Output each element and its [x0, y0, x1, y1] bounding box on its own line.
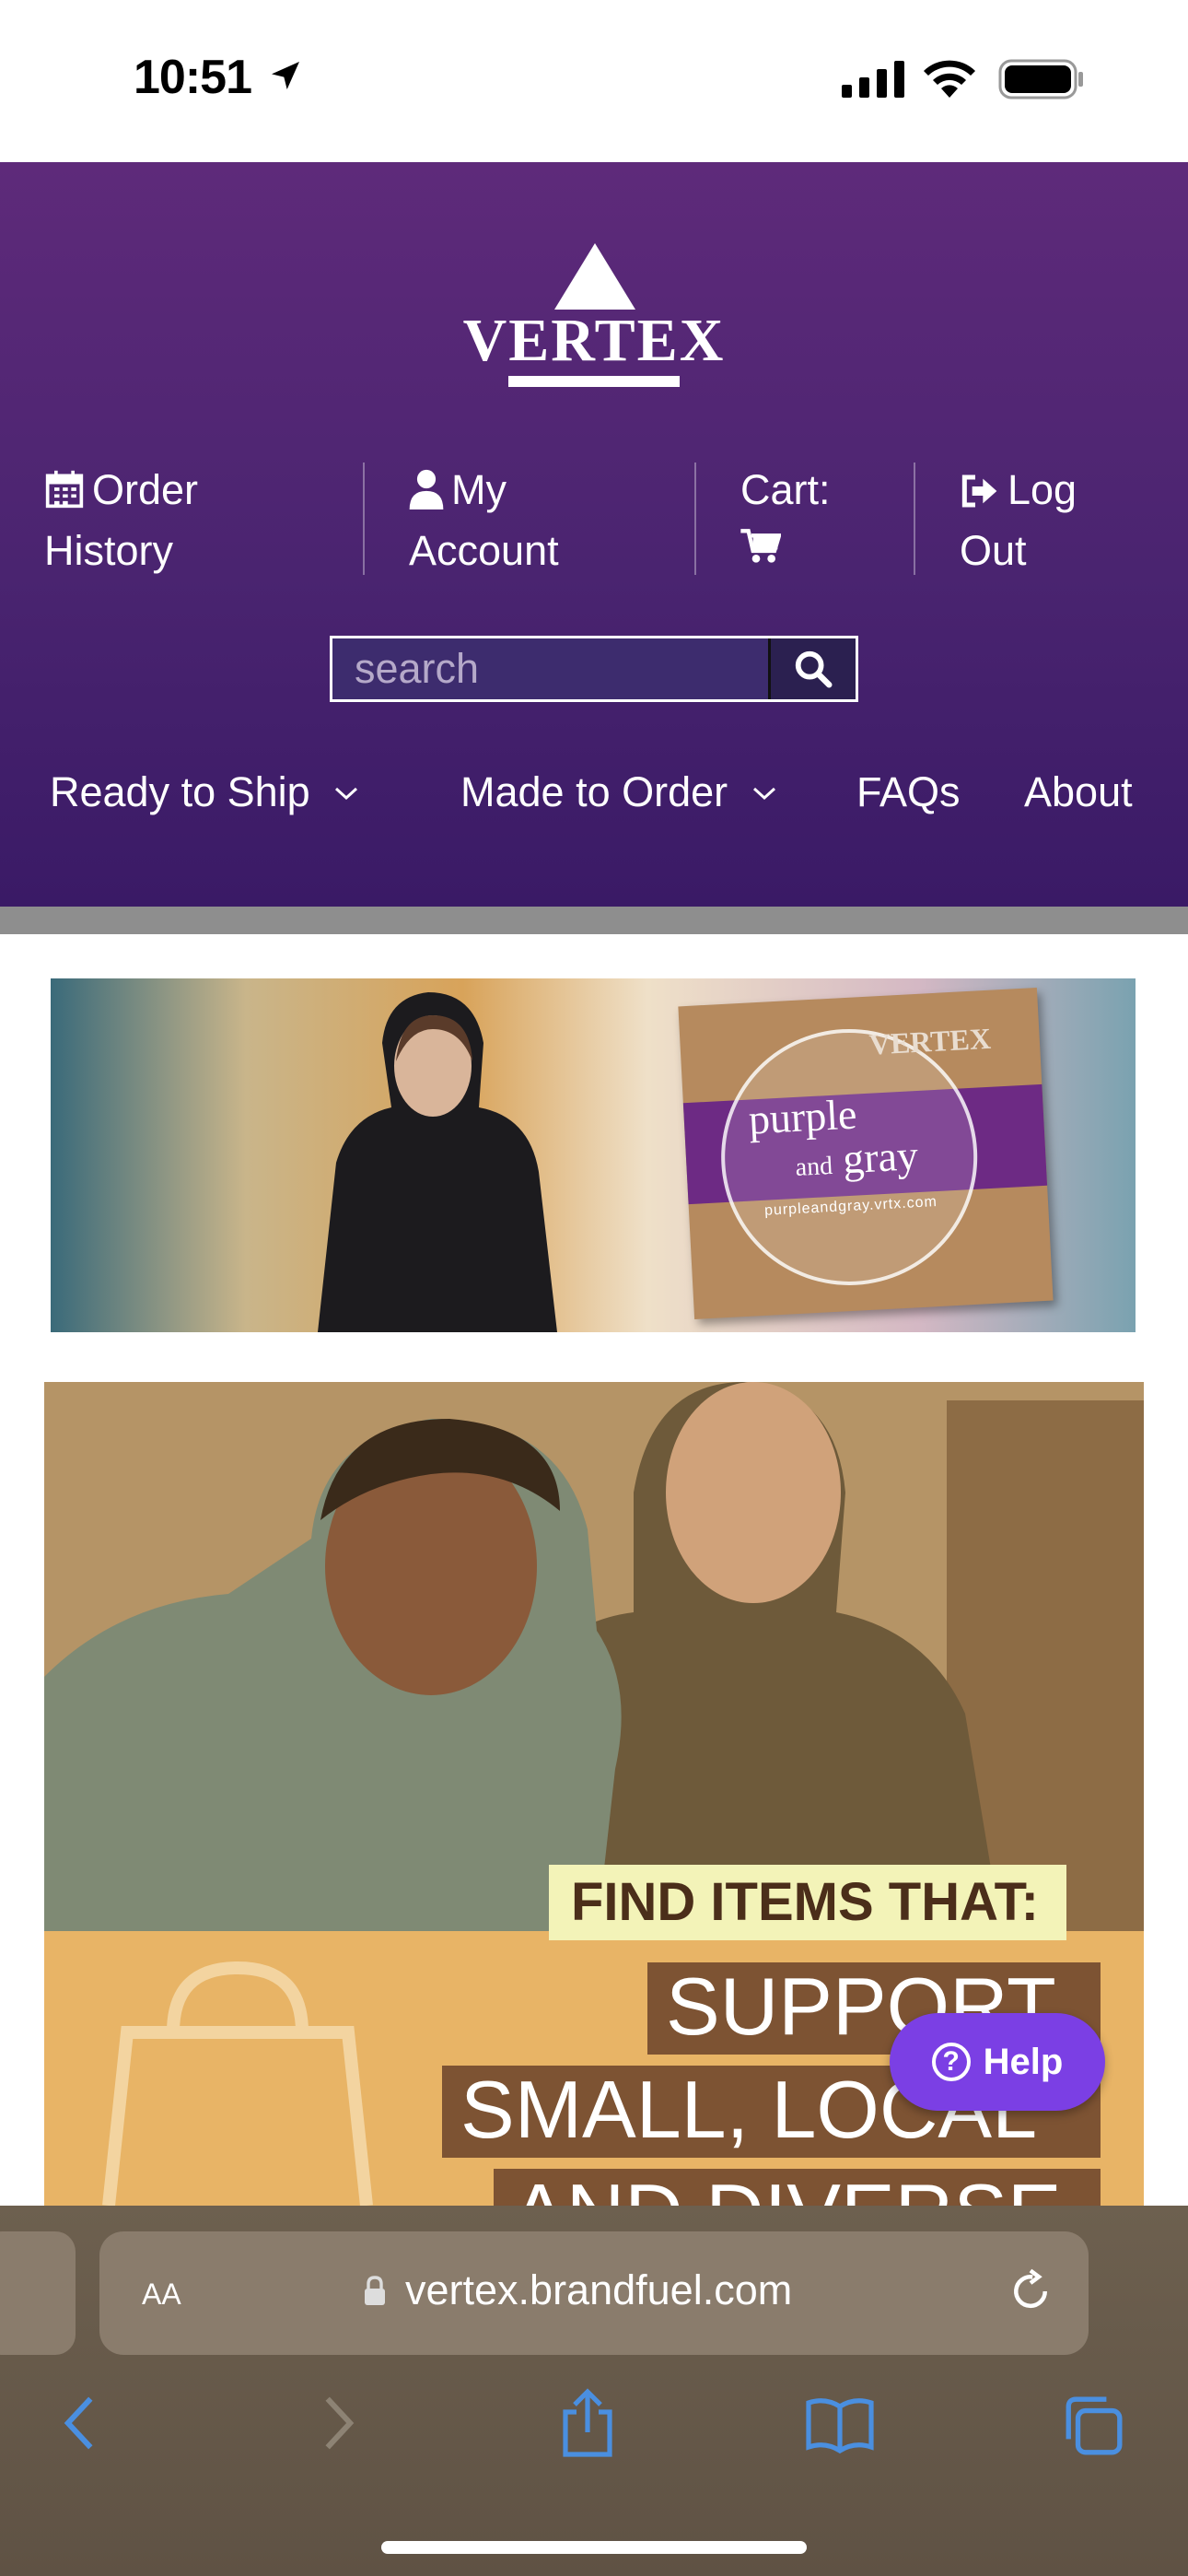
location-arrow-icon: [272, 62, 299, 89]
battery-icon: [998, 59, 1083, 100]
divider: [363, 463, 365, 575]
text-size-button[interactable]: AA: [142, 2268, 181, 2314]
forward-arrow-icon[interactable]: [317, 2394, 359, 2453]
my-account-label-1: My: [451, 466, 507, 513]
nav-made-to-order-label: Made to Order: [460, 768, 728, 815]
cart-label: Cart:: [740, 466, 831, 513]
tag-title-gray: gray: [841, 1131, 920, 1183]
my-account-link[interactable]: My Account: [409, 463, 559, 579]
log-out-label-1: Log: [1007, 466, 1077, 513]
address-bar[interactable]: AA vertex.brandfuel.com: [99, 2231, 1089, 2355]
tag-brand: VERTEX: [868, 1021, 992, 1061]
find-items-line-3: AND DIVERSE: [494, 2169, 1101, 2206]
status-bar: 10:51: [0, 0, 1188, 162]
share-icon[interactable]: [556, 2386, 619, 2460]
calendar-icon: [44, 468, 85, 523]
help-button[interactable]: ? Help: [890, 2013, 1105, 2111]
help-label: Help: [983, 2041, 1064, 2082]
tabs-icon[interactable]: [1061, 2394, 1125, 2458]
tag-title-line2: and gray: [794, 1130, 919, 1186]
previous-tab-preview[interactable]: [0, 2231, 76, 2355]
vertex-logo[interactable]: VERTEX: [451, 243, 737, 391]
lock-icon: [365, 2276, 385, 2305]
chevron-down-icon: [335, 787, 358, 801]
search-icon: [795, 650, 833, 688]
nav-faqs-label: FAQs: [856, 768, 961, 815]
address-url: vertex.brandfuel.com: [405, 2266, 793, 2313]
order-history-label-1: Order: [92, 466, 199, 513]
order-history-label-2: History: [44, 527, 174, 574]
nav-ready-to-ship-label: Ready to Ship: [50, 768, 310, 815]
wifi-icon: [924, 60, 975, 98]
search-input[interactable]: [332, 638, 771, 699]
user-icon: [409, 468, 444, 523]
status-time: 10:51: [134, 51, 252, 104]
nav-made-to-order[interactable]: Made to Order: [460, 768, 776, 816]
text-size-label: AA: [142, 2277, 181, 2311]
reload-icon[interactable]: [1006, 2266, 1055, 2316]
search-button[interactable]: [768, 638, 856, 699]
cart-icon: [740, 523, 782, 579]
two-people-smiling-photo: [44, 1382, 1144, 1935]
cellular-signal-icon: [842, 61, 904, 98]
bookmarks-icon[interactable]: [805, 2395, 875, 2454]
browser-toolbar: AA vertex.brandfuel.com: [0, 2206, 1188, 2576]
log-out-link[interactable]: Log Out: [960, 463, 1077, 579]
purple-and-gray-banner[interactable]: VERTEX purple and gray purpleandgray.vrt…: [51, 978, 1136, 1332]
nav-about[interactable]: About: [1024, 768, 1133, 816]
sign-out-icon: [960, 468, 1000, 523]
tag-title-and: and: [794, 1151, 833, 1182]
cart-link[interactable]: Cart:: [740, 463, 831, 579]
nav-ready-to-ship[interactable]: Ready to Ship: [50, 768, 358, 816]
my-account-label-2: Account: [409, 527, 559, 574]
site-header: VERTEX Order History My Account Cart: Lo…: [0, 162, 1188, 907]
nav-about-label: About: [1024, 768, 1133, 815]
divider: [694, 463, 696, 575]
question-circle-icon: ?: [931, 2043, 971, 2081]
logo-text: VERTEX: [462, 307, 726, 374]
divider: [914, 463, 915, 575]
nav-faqs[interactable]: FAQs: [856, 768, 961, 816]
header-divider-band: [0, 907, 1188, 934]
log-out-label-2: Out: [960, 527, 1027, 574]
purple-and-gray-tag: VERTEX purple and gray purpleandgray.vrt…: [678, 988, 1054, 1319]
order-history-link[interactable]: Order History: [44, 463, 198, 579]
shopping-bag-icon: [102, 1961, 373, 2206]
back-arrow-icon[interactable]: [59, 2394, 101, 2453]
woman-in-hoodie-photo: [318, 992, 557, 1332]
find-items-headline: FIND ITEMS THAT:: [549, 1865, 1066, 1940]
search-box: [330, 636, 858, 702]
home-indicator: [381, 2541, 807, 2554]
chevron-down-icon: [752, 787, 775, 801]
